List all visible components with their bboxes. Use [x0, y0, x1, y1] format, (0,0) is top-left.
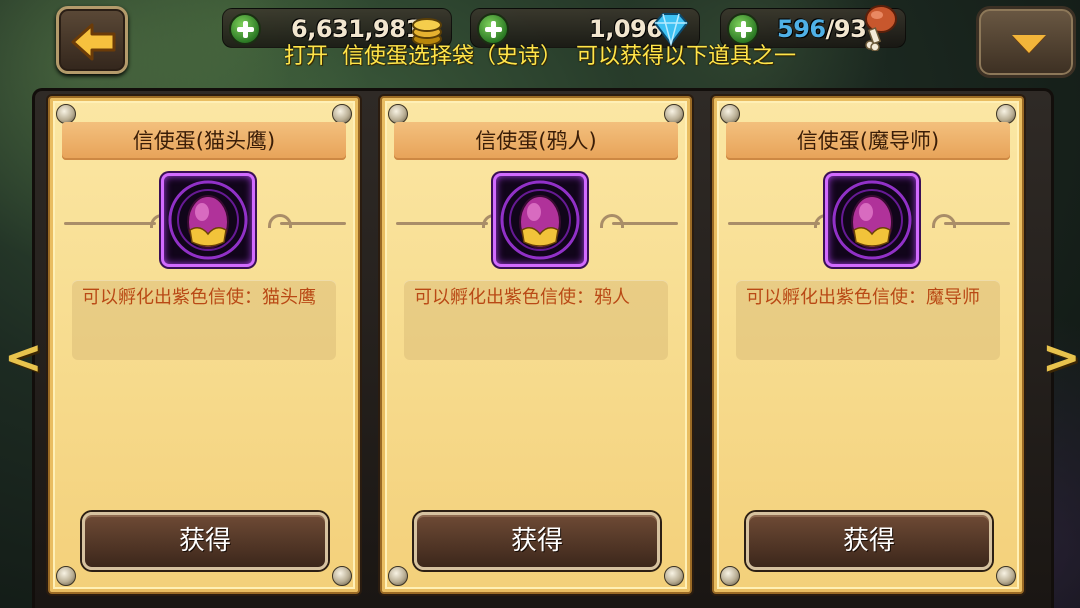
- description-box: 可以孵化出紫色信使：猫头鹰: [72, 280, 336, 360]
- purple-egg-icon: [500, 180, 580, 260]
- divider: [64, 222, 156, 225]
- prev-page-arrow[interactable]: <: [4, 330, 43, 384]
- description-box: 可以孵化出紫色信使：魔导师: [736, 280, 1000, 360]
- rivet: [996, 104, 1016, 124]
- purple-egg-icon: [168, 180, 248, 260]
- rivet: [664, 104, 684, 124]
- reward-card: 信使蛋(猫头鹰) 可以孵化出紫色信使：猫头鹰 获得: [48, 96, 360, 594]
- rivet: [56, 104, 76, 124]
- card-title: 信使蛋(魔导师): [726, 122, 1010, 160]
- divider: [396, 222, 488, 225]
- rivet: [664, 566, 684, 586]
- rivet: [332, 566, 352, 586]
- rivet: [996, 566, 1016, 586]
- egg-item-icon[interactable]: [825, 173, 919, 267]
- card-title: 信使蛋(猫头鹰): [62, 122, 346, 160]
- purple-egg-icon: [832, 180, 912, 260]
- divider-curl: [268, 214, 292, 228]
- rivet: [56, 566, 76, 586]
- divider: [728, 222, 820, 225]
- divider: [612, 222, 678, 225]
- dialog-title: 打开 信使蛋选择袋（史诗） 可以获得以下道具之一: [284, 44, 796, 69]
- obtain-button[interactable]: 获得: [746, 512, 992, 570]
- card-description: 可以孵化出紫色信使：猫头鹰: [82, 287, 316, 308]
- card-title: 信使蛋(鸦人): [394, 122, 678, 160]
- reward-card: 信使蛋(鸦人) 可以孵化出紫色信使：鸦人 获得: [380, 96, 692, 594]
- card-description: 可以孵化出紫色信使：魔导师: [746, 287, 980, 308]
- obtain-button[interactable]: 获得: [82, 512, 328, 570]
- next-page-arrow[interactable]: >: [1042, 330, 1080, 384]
- rivet: [720, 566, 740, 586]
- divider: [944, 222, 1010, 225]
- card-description: 可以孵化出紫色信使：鸦人: [414, 287, 630, 308]
- rivet: [388, 104, 408, 124]
- egg-item-icon[interactable]: [161, 173, 255, 267]
- divider-curl: [600, 214, 624, 228]
- divider-curl: [932, 214, 956, 228]
- egg-item-icon[interactable]: [493, 173, 587, 267]
- obtain-button[interactable]: 获得: [414, 512, 660, 570]
- reward-card: 信使蛋(魔导师) 可以孵化出紫色信使：魔导师 获得: [712, 96, 1024, 594]
- rivet: [388, 566, 408, 586]
- divider: [280, 222, 346, 225]
- description-box: 可以孵化出紫色信使：鸦人: [404, 280, 668, 360]
- rivet: [720, 104, 740, 124]
- rivet: [332, 104, 352, 124]
